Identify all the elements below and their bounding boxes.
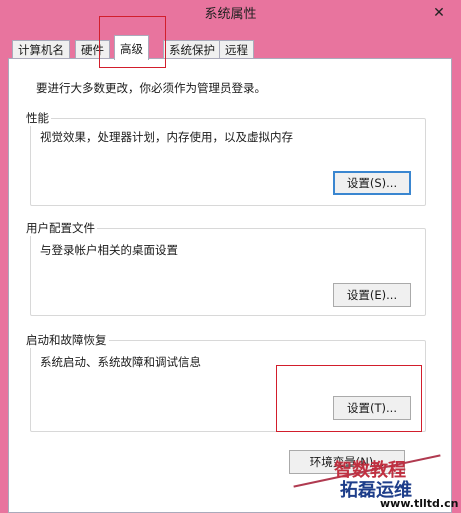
admin-note: 要进行大多数更改，你必须作为管理员登录。 (36, 81, 266, 95)
tab-computer-name[interactable]: 计算机名 (12, 40, 70, 59)
watermark-url: www.tlltd.cn (380, 497, 459, 510)
annotation-box-tab (99, 16, 166, 68)
annotation-box-button (276, 365, 422, 432)
startup-recovery-desc: 系统启动、系统故障和调试信息 (40, 355, 201, 369)
user-profiles-title: 用户配置文件 (24, 220, 97, 236)
window-title: 系统属性 (204, 7, 257, 22)
user-profiles-desc: 与登录帐户相关的桌面设置 (40, 243, 178, 257)
close-icon[interactable]: ✕ (423, 2, 455, 24)
startup-recovery-title: 启动和故障恢复 (24, 332, 109, 348)
user-profiles-settings-button[interactable]: 设置(E)... (333, 283, 411, 307)
performance-desc: 视觉效果，处理器计划，内存使用，以及虚拟内存 (40, 130, 293, 144)
tab-remote[interactable]: 远程 (219, 40, 254, 59)
performance-title: 性能 (24, 110, 51, 126)
performance-settings-button[interactable]: 设置(S)... (333, 171, 411, 195)
tab-system-protection[interactable]: 系统保护 (163, 40, 221, 59)
